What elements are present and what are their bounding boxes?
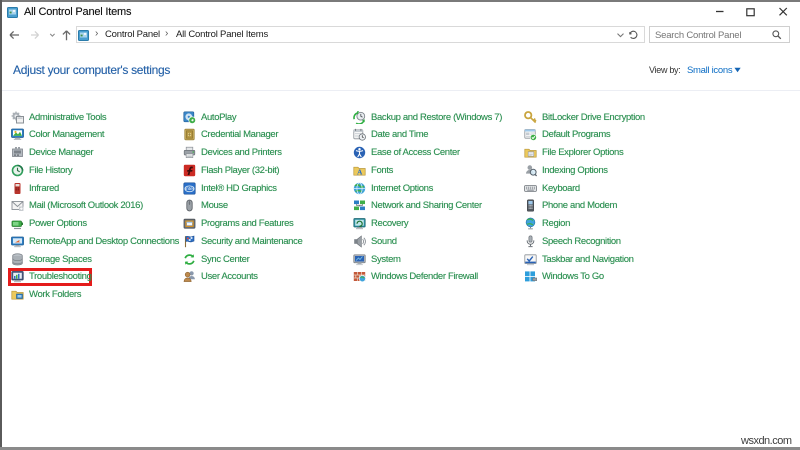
svg-text:A: A (357, 167, 363, 176)
svg-text:intel: intel (185, 186, 193, 191)
